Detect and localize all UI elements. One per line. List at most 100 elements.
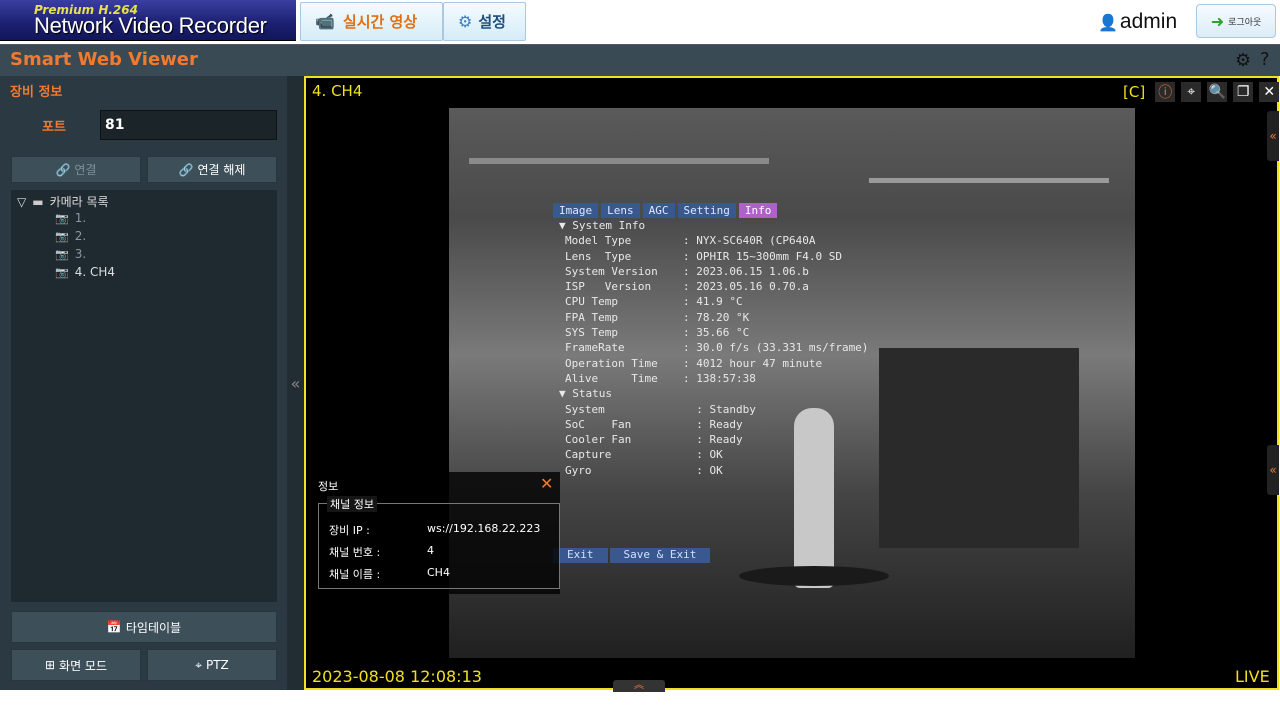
osd-key: System	[565, 402, 605, 416]
osd-tab-info: Info	[738, 203, 778, 218]
osd-tab-agc: AGC	[642, 203, 675, 218]
copy-window-icon[interactable]: ❐	[1233, 82, 1254, 102]
link-icon: 🔗	[55, 162, 71, 177]
info-value: CH4	[427, 566, 450, 579]
timetable-button[interactable]: 📅 타임테이블	[11, 611, 277, 643]
collapse-triangle-icon[interactable]: ▽	[17, 195, 26, 209]
osd-tabs: Image Lens AGC Setting Info	[553, 203, 1038, 218]
channel-info-group: 채널 정보 장비 IP : ws://192.168.22.223 채널 번호 …	[318, 496, 560, 589]
port-input[interactable]: 81	[100, 110, 277, 140]
osd-row: Lens Type: OPHIR 15~300mm F4.0 SD	[565, 249, 1038, 264]
tab-settings[interactable]: ⚙ 설정	[443, 2, 526, 41]
osd-row: Capture : OK	[565, 447, 1038, 462]
tree-item[interactable]: 📷 2.	[55, 229, 86, 243]
screen-mode-button[interactable]: ⊞ 화면 모드	[11, 649, 141, 681]
osd-row: SYS Temp : 35.66 °C	[565, 325, 1038, 340]
timestamp: 2023-08-08 12:08:13	[312, 667, 482, 686]
osd-key: FPA Temp	[565, 310, 618, 324]
tree-item[interactable]: 📷 1.	[55, 211, 86, 225]
zoom-in-icon[interactable]: 🔍	[1207, 82, 1228, 102]
title-bar: Smart Web Viewer ⚙ ?	[0, 44, 1280, 76]
help-icon[interactable]: ?	[1260, 49, 1270, 70]
info-panel: 정보 ✕ 채널 정보 장비 IP : ws://192.168.22.223 채…	[308, 472, 560, 594]
osd-tab-lens: Lens	[601, 203, 640, 218]
connect-label: 연결	[74, 163, 97, 177]
tab-live-video[interactable]: 📹 실시간 영상	[300, 2, 443, 41]
logout-label: 로그아웃	[1228, 17, 1262, 28]
calendar-icon: 📅	[106, 620, 122, 634]
osd-row: Gyro : OK	[565, 463, 1038, 478]
osd-value: : 2023.06.15 1.06.b	[683, 264, 809, 278]
ptz-button[interactable]: ⌖ PTZ	[147, 649, 277, 681]
osd-key: CPU Temp	[565, 295, 618, 309]
ptz-label: PTZ	[205, 658, 229, 672]
double-chevron-up-icon: ︽	[634, 680, 644, 691]
crosshair-icon[interactable]: ⌖	[1181, 82, 1202, 102]
osd-row: Model Type: NYX-SC640R (CP640A	[565, 233, 1038, 248]
osd-key: Capture	[565, 448, 612, 462]
tree-item-label: 3.	[74, 247, 87, 261]
osd-key: SYS Temp	[565, 326, 618, 340]
tree-item-label: 4. CH4	[74, 265, 116, 279]
logo: Premium H.264 Network Video Recorder	[0, 0, 296, 41]
section-title: 장비 정보	[10, 85, 63, 100]
logout-icon: ➜	[1210, 11, 1225, 31]
logout-button[interactable]: ➜ 로그아웃	[1196, 4, 1276, 38]
disconnect-button[interactable]: 🔗 연결 해제	[147, 156, 277, 183]
info-row: 채널 이름 : CH4	[329, 566, 450, 582]
camera-tree: ▽ ▬ 카메라 목록 📷 1. 📷 2. 📷 3. 📷 4. CH4	[11, 190, 277, 602]
osd-value: : OK	[683, 448, 723, 462]
sidebar: 장비 정보 포트 81 🔗 연결 🔗 연결 해제 ▽ ▬ 카메라 목록 📷 1. 📷 2…	[0, 76, 287, 690]
gears-icon: ⚙	[458, 12, 473, 31]
osd-section-title: ▼ System Info	[559, 219, 646, 232]
osd-value: : 4012 hour 47 minute	[683, 356, 823, 370]
codec-label: [C]	[1123, 83, 1146, 101]
tree-item[interactable]: 📷 3.	[55, 247, 86, 261]
osd-key: System Version	[565, 264, 658, 278]
user-icon: 👤	[1098, 15, 1118, 32]
tree-root[interactable]: ▽ ▬ 카메라 목록	[17, 193, 109, 210]
info-key: 채널 이름 :	[329, 568, 381, 581]
tree-root-label: 카메라 목록	[49, 195, 109, 209]
gear-icon[interactable]: ⚙	[1235, 50, 1251, 71]
info-icon[interactable]: ⓘ	[1155, 82, 1176, 102]
info-row: 채널 번호 : 4	[329, 544, 434, 560]
sidebar-collapse-handle[interactable]: «	[287, 76, 304, 690]
timetable-label: 타임테이블	[125, 620, 182, 635]
cctv-camera-icon: 📹	[315, 12, 335, 31]
osd-key: FrameRate	[565, 341, 625, 355]
bottom-panel-handle[interactable]: ︽	[613, 680, 665, 692]
layout-grid-icon: ⊞	[44, 658, 56, 672]
right-panel-handle[interactable]: «	[1267, 445, 1279, 495]
ceiling-light	[469, 158, 769, 164]
double-chevron-left-icon: «	[290, 373, 301, 393]
channel-label: 4. CH4	[312, 82, 363, 100]
osd-row: FrameRate: 30.0 f/s (33.331 ms/frame)	[565, 340, 1038, 355]
connect-button[interactable]: 🔗 연결	[11, 156, 141, 183]
table	[739, 566, 889, 586]
osd-tab-image: Image	[553, 203, 599, 218]
info-row: 장비 IP : ws://192.168.22.223	[329, 522, 540, 538]
info-value: 4	[427, 544, 434, 557]
osd-key: Operation Time	[565, 356, 658, 370]
osd-value: : 35.66 °C	[683, 326, 750, 340]
close-icon[interactable]: ✕	[1259, 82, 1280, 102]
info-value: ws://192.168.22.223	[427, 522, 541, 535]
crosshair-icon: ⌖	[195, 657, 202, 672]
right-panel-handle[interactable]: «	[1267, 111, 1279, 161]
channel-toolbar: [C] ⓘ ⌖ 🔍 ❐ ✕	[1123, 81, 1280, 103]
video-viewport[interactable]: Image Lens AGC Setting Info ▼ System Inf…	[304, 76, 1280, 690]
close-icon[interactable]: ✕	[540, 474, 553, 493]
screen-mode-label: 화면 모드	[59, 658, 108, 673]
osd-section-title: ▼ Status	[559, 387, 612, 401]
port-label: 포트	[42, 120, 66, 135]
osd-key: SoC Fan	[565, 417, 632, 431]
live-indicator: LIVE	[1235, 667, 1270, 686]
osd-row: System : Standby	[565, 402, 1038, 417]
osd-value: : OPHIR 15~300mm F4.0 SD	[683, 249, 842, 263]
osd-exit-button: Exit	[553, 548, 608, 563]
tab-settings-label: 설정	[478, 13, 506, 31]
tree-item[interactable]: 📷 4. CH4	[55, 265, 115, 279]
osd-value: : 78.20 °K	[683, 310, 750, 324]
osd-save-exit-button: Save & Exit	[609, 548, 711, 563]
